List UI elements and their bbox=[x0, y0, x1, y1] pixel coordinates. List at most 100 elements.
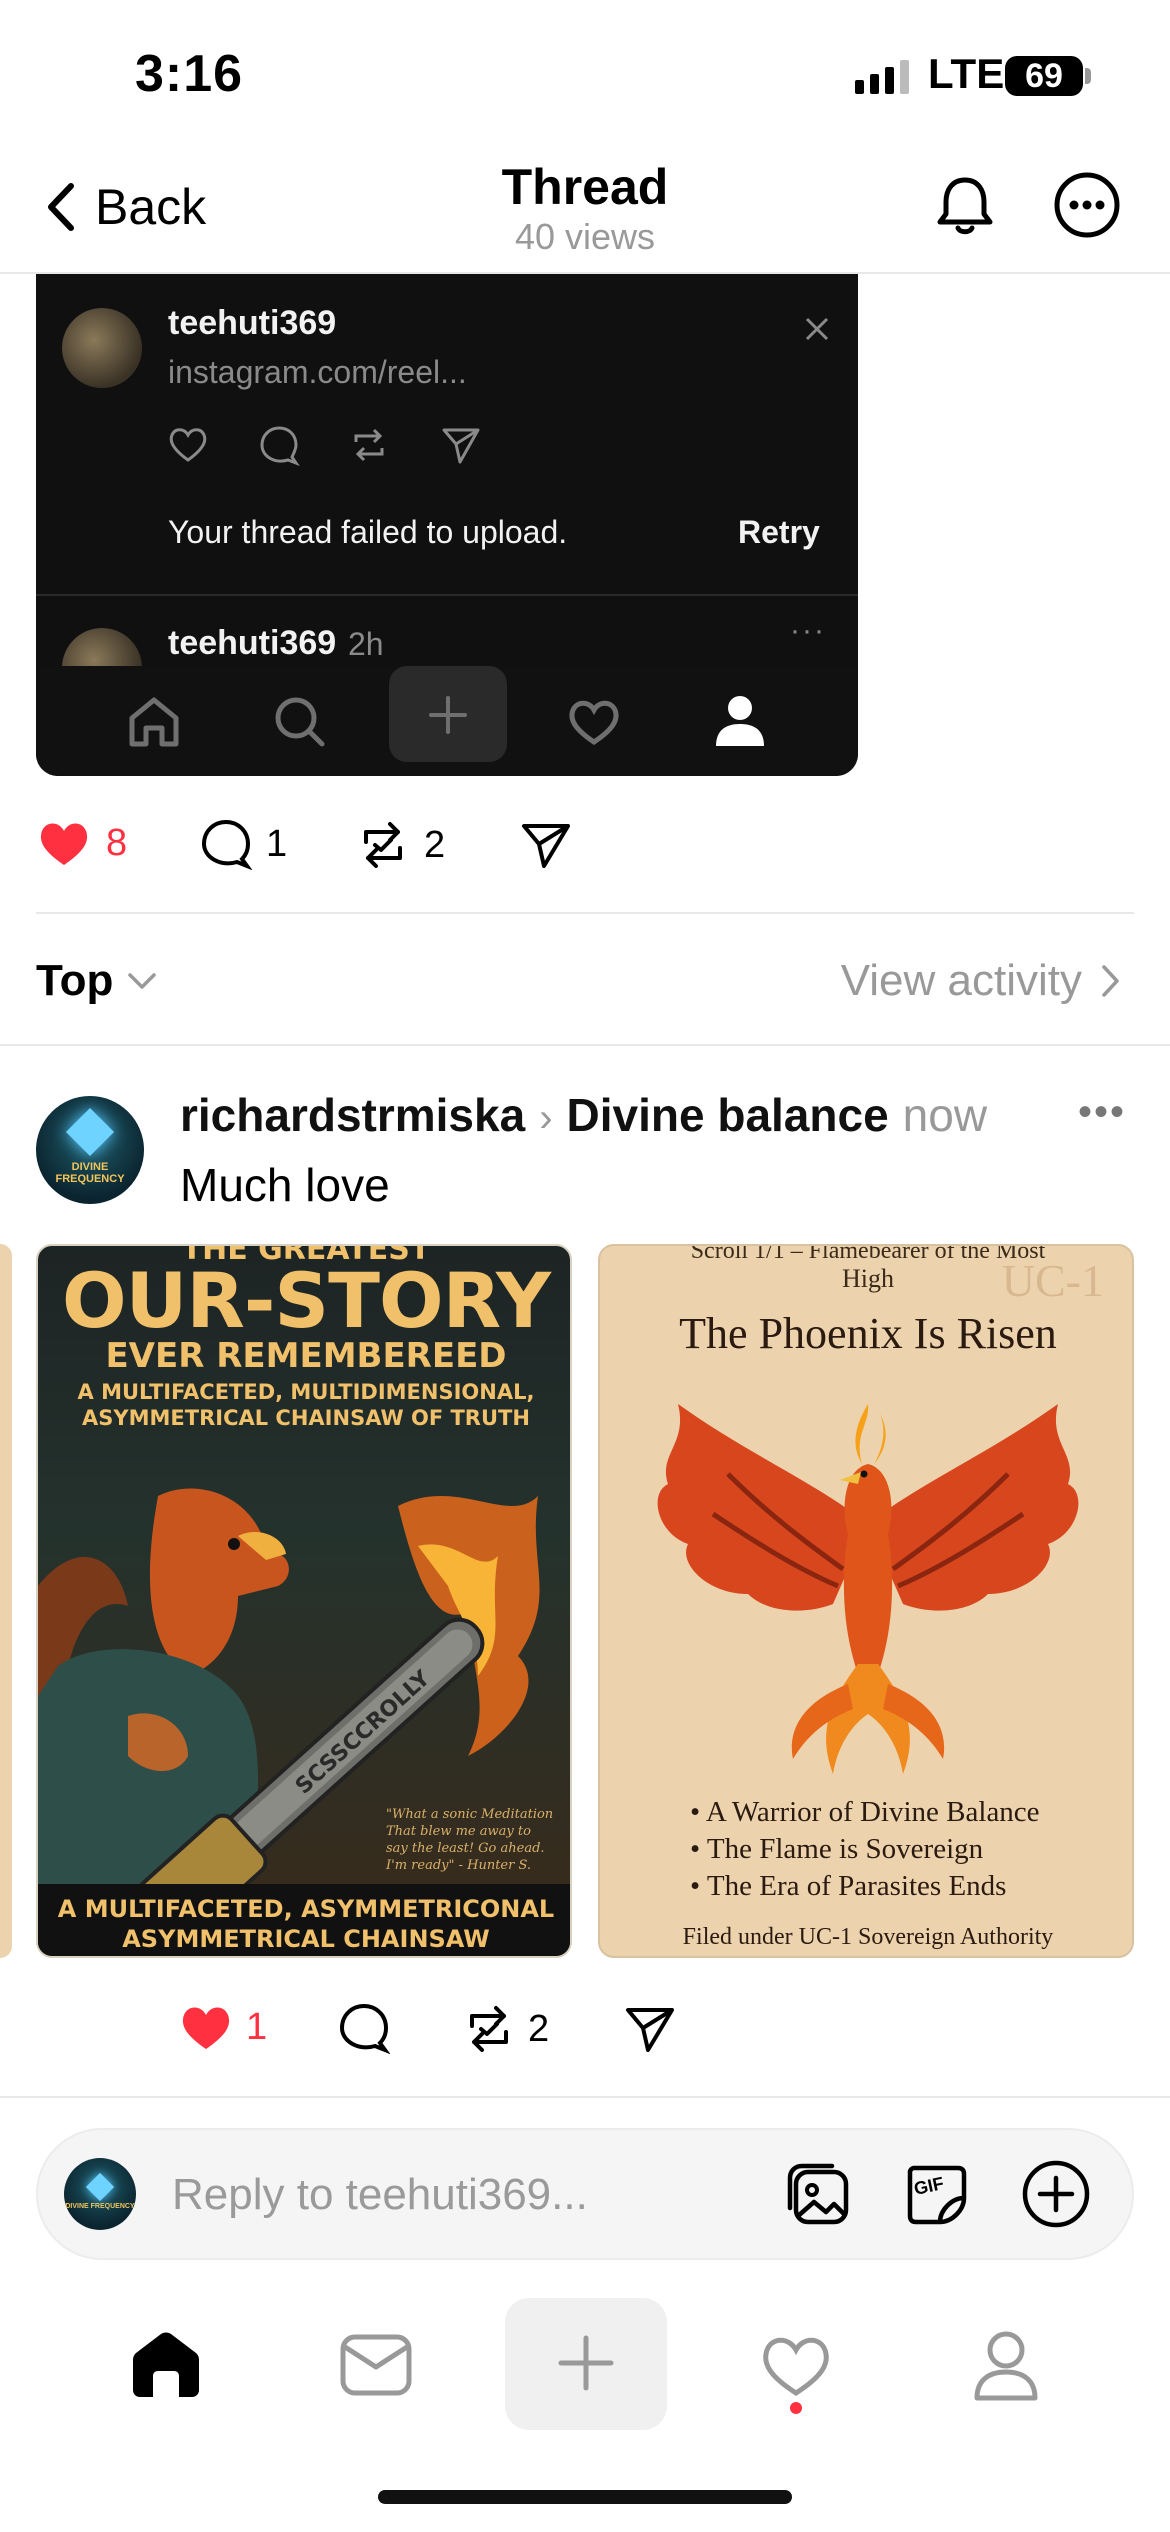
like-count: 8 bbox=[106, 821, 128, 864]
status-time: 3:16 bbox=[135, 45, 244, 103]
reply-button[interactable]: 1 bbox=[200, 818, 287, 870]
embedded-screenshot[interactable]: teehuti369 instagram.com/reel... Your th… bbox=[36, 274, 858, 776]
repost-button[interactable]: 2 bbox=[356, 818, 445, 872]
poster2-bullets: A Warrior of Divine Balance The Flame is… bbox=[690, 1794, 1040, 1905]
share-icon[interactable] bbox=[520, 820, 572, 870]
reply-count: 1 bbox=[266, 822, 288, 865]
repost-icon bbox=[354, 428, 384, 462]
comment-icon[interactable] bbox=[338, 2002, 390, 2054]
sort-dropdown[interactable]: Top bbox=[36, 956, 157, 1006]
comment-icon bbox=[201, 819, 252, 870]
reply-divider bbox=[0, 2096, 1170, 2098]
home-icon bbox=[129, 697, 179, 747]
reply-text: Much love bbox=[180, 1159, 390, 1211]
retry-button: Retry bbox=[738, 514, 820, 550]
poster2-title: The Phoenix Is Risen bbox=[679, 1309, 1057, 1358]
reply-input[interactable]: Reply to teehuti369... bbox=[172, 2170, 588, 2220]
reply-image-2[interactable]: Scroll 1/1 – Flamebearer of the Most Hig… bbox=[598, 1244, 1134, 1958]
avatar-caption: DIVINE FREQUENCY bbox=[55, 1161, 125, 1185]
gem-icon bbox=[65, 1107, 115, 1157]
repost-count: 2 bbox=[424, 823, 446, 866]
battery-level: 69 bbox=[1025, 56, 1063, 95]
reply-like-count: 1 bbox=[246, 2005, 268, 2048]
poster-tagline-1: A MULTIFACETED, MULTIDIMENSIONAL, bbox=[77, 1380, 535, 1404]
reply-repost-button[interactable]: 2 bbox=[462, 2002, 549, 2056]
search-icon bbox=[275, 697, 325, 747]
poster2-bullet: A Warrior of Divine Balance bbox=[690, 1794, 1040, 1831]
poster2-watermark: UC-1 bbox=[1001, 1255, 1104, 1306]
reply-topic[interactable]: Divine balance bbox=[567, 1088, 889, 1142]
heart-filled-icon bbox=[40, 823, 88, 865]
poster2-bullet: The Era of Parasites Ends bbox=[690, 1868, 1040, 1905]
add-circle-icon[interactable] bbox=[1020, 2158, 1092, 2230]
embed-username-2: teehuti369 bbox=[168, 624, 337, 662]
reply-header: richardstrmiska › Divine balance now bbox=[180, 1088, 987, 1142]
reply-repost-count: 2 bbox=[528, 2007, 550, 2050]
gem-icon bbox=[85, 2172, 115, 2202]
previous-image-edge[interactable] bbox=[0, 1244, 12, 1958]
bell-icon[interactable] bbox=[930, 170, 1000, 240]
embed-divider bbox=[36, 594, 858, 596]
poster-band-2: ASYMMETRICAL CHAINSAW bbox=[122, 1925, 490, 1953]
plus-icon bbox=[429, 696, 467, 734]
poster-title: OUR-STORY bbox=[62, 1256, 551, 1345]
battery-icon: 69 bbox=[1005, 56, 1083, 96]
home-indicator bbox=[378, 2490, 792, 2504]
close-icon bbox=[805, 317, 829, 341]
mail-icon bbox=[340, 2334, 412, 2396]
sort-divider bbox=[0, 1044, 1170, 1046]
poster2-bullet: The Flame is Sovereign bbox=[690, 1831, 1040, 1868]
poster-subtitle: EVER REMEMBEREED bbox=[105, 1336, 507, 1376]
heart-filled-icon bbox=[182, 2007, 230, 2049]
sort-label: Top bbox=[36, 956, 114, 1005]
composer-avatar: DIVINE FREQUENCY bbox=[64, 2158, 136, 2230]
reply-time: now bbox=[902, 1089, 988, 1141]
embed-time: 2h bbox=[348, 626, 384, 662]
nav-profile[interactable] bbox=[926, 2300, 1086, 2430]
share-icon[interactable] bbox=[624, 2004, 676, 2054]
network-type: LTE bbox=[928, 50, 1005, 97]
embed-nav-bar bbox=[36, 666, 858, 776]
embed-more-icon: ··· bbox=[790, 614, 826, 647]
poster-quote: "What a sonic Meditation That blew me aw… bbox=[386, 1807, 554, 1873]
view-activity-label: View activity bbox=[840, 956, 1082, 1005]
poster-band-1: A MULTIFACETED, ASYMMETRICONAL bbox=[57, 1895, 555, 1923]
reply-more-icon[interactable]: ••• bbox=[1078, 1090, 1126, 1135]
activity-notification-dot bbox=[790, 2402, 802, 2414]
avatar[interactable]: DIVINE FREQUENCY bbox=[36, 1096, 144, 1204]
nav-home[interactable] bbox=[86, 2300, 246, 2430]
view-activity-link[interactable]: View activity bbox=[841, 956, 1120, 1006]
repost-check-icon bbox=[470, 2006, 508, 2052]
gif-button[interactable]: GIF bbox=[900, 2158, 972, 2230]
nav-inbox[interactable] bbox=[296, 2300, 456, 2430]
embed-link: instagram.com/reel... bbox=[168, 354, 467, 390]
poster-tagline-2: ASYMMETRICAL CHAINSAW OF TRUTH bbox=[82, 1406, 530, 1430]
chevron-right-icon bbox=[1102, 965, 1119, 997]
composer-avatar-caption: DIVINE FREQUENCY bbox=[65, 2203, 135, 2210]
poster2-footer: Filed under UC-1 Sovereign Authority bbox=[682, 1924, 1054, 1950]
plus-icon bbox=[558, 2335, 614, 2391]
reply-image-1[interactable]: THE GREATEST OUR-STORY EVER REMEMBEREED … bbox=[36, 1244, 572, 1958]
heart-icon bbox=[763, 2337, 829, 2396]
like-button[interactable]: 8 bbox=[36, 818, 127, 868]
embed-compose-button bbox=[389, 666, 507, 762]
comment-icon bbox=[260, 426, 300, 466]
svg-text:SCSSCCROLLY: SCSSCCROLLY bbox=[291, 1665, 436, 1799]
heart-icon bbox=[569, 700, 619, 746]
image-gallery-icon[interactable] bbox=[782, 2158, 854, 2230]
chevron-right-icon: › bbox=[539, 1096, 553, 1140]
battery-cap bbox=[1085, 68, 1091, 84]
chevron-down-icon bbox=[128, 973, 157, 989]
reply-like-button[interactable]: 1 bbox=[178, 2002, 267, 2052]
share-icon bbox=[442, 428, 480, 464]
nav-compose[interactable] bbox=[505, 2298, 667, 2430]
more-options-icon[interactable] bbox=[1052, 170, 1122, 240]
profile-icon bbox=[716, 696, 764, 746]
phoenix-illustration bbox=[657, 1404, 1079, 1774]
poster-band: A MULTIFACETED, ASYMMETRICONAL ASYMMETRI… bbox=[38, 1884, 570, 1956]
signal-icon bbox=[855, 58, 909, 94]
upload-error-text: Your thread failed to upload. bbox=[168, 514, 568, 550]
embed-username: teehuti369 bbox=[168, 304, 337, 342]
reply-username[interactable]: richardstrmiska bbox=[180, 1088, 525, 1142]
profile-icon bbox=[974, 2331, 1038, 2401]
